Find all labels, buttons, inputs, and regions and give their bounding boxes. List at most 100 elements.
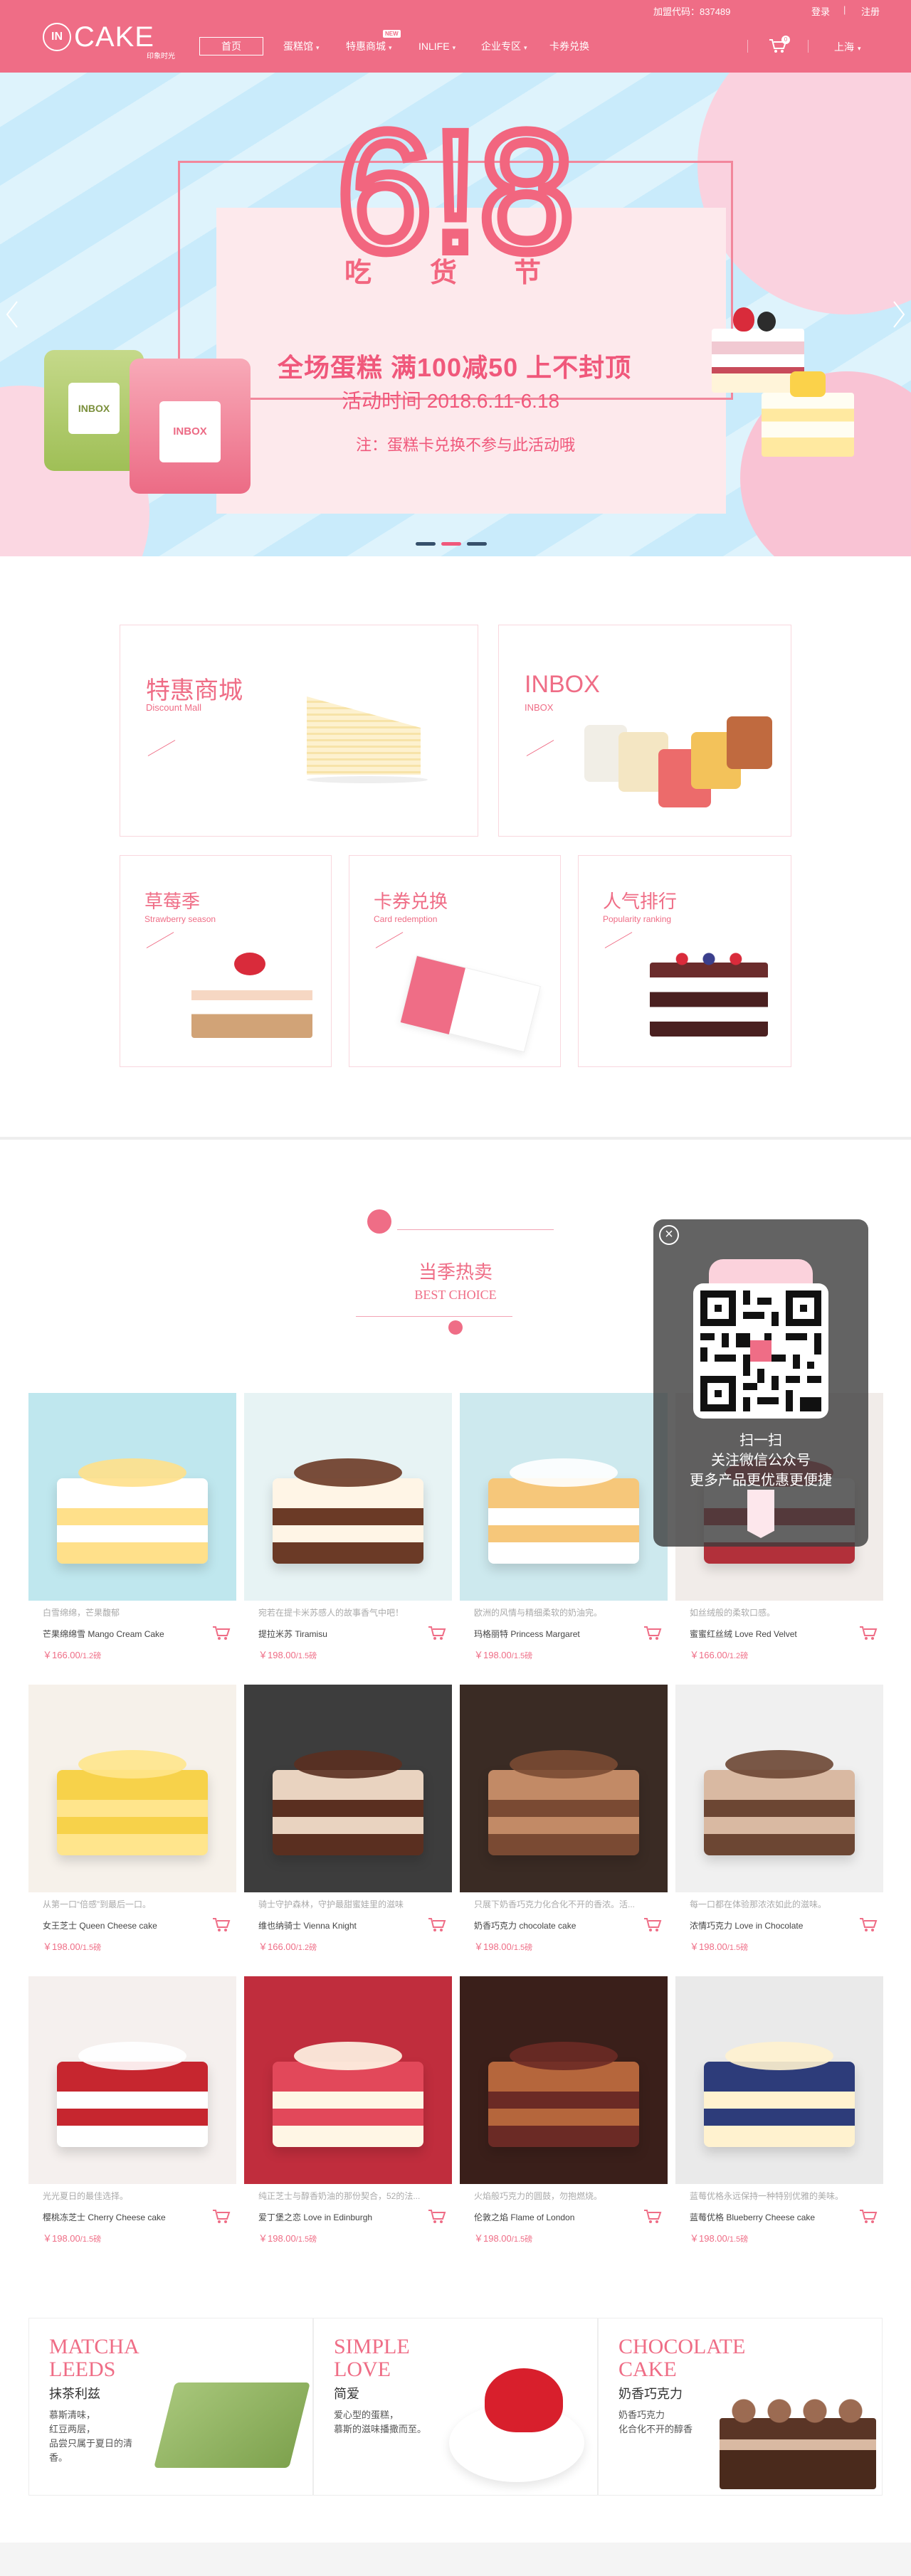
nav-cakes[interactable]: 蛋糕馆 ▾: [283, 37, 320, 55]
promo-zh-title: 抹茶利兹: [49, 2387, 100, 2401]
qr-scan-text: 扫一扫: [739, 1433, 782, 1448]
add-to-cart-icon[interactable]: [428, 1625, 446, 1642]
add-to-cart-icon[interactable]: [859, 1625, 878, 1642]
city-label: 上海: [834, 41, 854, 53]
add-to-cart-icon[interactable]: [643, 2208, 662, 2225]
product-name[interactable]: 蜜蜜红丝绒 Love Red Velvet: [690, 1628, 797, 1640]
product-name[interactable]: 爱丁堡之恋 Love in Edinburgh: [258, 2211, 372, 2223]
product-image[interactable]: [28, 1976, 236, 2184]
nav-home[interactable]: 首页: [199, 37, 263, 55]
product-name[interactable]: 提拉米苏 Tiramisu: [258, 1628, 327, 1640]
category-inbox[interactable]: INBOX INBOX: [498, 625, 791, 837]
promo-chocolate[interactable]: CHOCOLATE CAKE 奶香巧克力 奶香巧克力 化合化不开的醇香: [598, 2318, 883, 2496]
product-image[interactable]: [460, 1393, 668, 1601]
product-image[interactable]: [244, 1976, 452, 2184]
product-card[interactable]: 从第一口“倍感”到最后一口。 女王芝士 Queen Cheese cake ￥198…: [28, 1685, 236, 1966]
hero-banner[interactable]: 6!8 吃 货 节 全场蛋糕 满100减50 上不封顶 活动时间 2018.6.…: [0, 73, 911, 556]
product-desc: 白雪绵绵，芒果馥郁: [43, 1608, 120, 1618]
category-title: INBOX: [525, 671, 600, 698]
product-card[interactable]: 火焰般巧克力的圆鼓，勿抱燃烧。 伦敦之焰 Flame of London ￥198.…: [460, 1976, 668, 2258]
product-card[interactable]: 只展下奶香巧克力化合化不开的香浓。活... 奶香巧克力 chocolate cak…: [460, 1685, 668, 1966]
register-link[interactable]: 注册: [861, 4, 880, 18]
product-name[interactable]: 奶香巧克力 chocolate cake: [474, 1919, 576, 1931]
add-to-cart-icon[interactable]: [212, 1917, 231, 1934]
product-card[interactable]: 欧洲的风情与精细柔软的奶油完。 玛格丽特 Princess Margaret ￥19…: [460, 1393, 668, 1675]
add-to-cart-icon[interactable]: [428, 1917, 446, 1934]
login-link[interactable]: 登录: [811, 4, 830, 18]
qr-follow-text: 关注微信公众号: [711, 1453, 811, 1468]
add-to-cart-icon[interactable]: [859, 1917, 878, 1934]
add-to-cart-icon[interactable]: [212, 2208, 231, 2225]
product-name[interactable]: 芒果绵绵雪 Mango Cream Cake: [43, 1628, 164, 1640]
category-title: 特惠商城: [146, 677, 243, 704]
promo-matcha[interactable]: MATCHA LEEDS 抹茶利兹 慕斯清味， 红豆两层， 品尝只属于夏日的清香。: [28, 2318, 313, 2496]
tin-image: [727, 716, 772, 769]
carousel-dot-active[interactable]: [441, 542, 461, 546]
product-name[interactable]: 玛格丽特 Princess Margaret: [474, 1628, 580, 1640]
product-card[interactable]: 白雪绵绵，芒果馥郁 芒果绵绵雪 Mango Cream Cake ￥166.00/1…: [28, 1393, 236, 1675]
carousel-dot[interactable]: [416, 542, 436, 546]
product-card[interactable]: 纯正芝士与醇香奶油的那份契合，52的法... 爱丁堡之恋 Love in Edin…: [244, 1976, 452, 2258]
chevron-down-icon: ▾: [858, 45, 861, 52]
product-image[interactable]: [675, 1976, 883, 2184]
product-unit: /1.2磅: [80, 1652, 102, 1660]
carousel-dot[interactable]: [467, 542, 487, 546]
product-image[interactable]: [244, 1393, 452, 1601]
chevron-right-icon[interactable]: [891, 300, 907, 329]
qr-benefit-text: 更多产品更优惠更便捷: [690, 1473, 832, 1488]
category-strawberry[interactable]: 草莓季 Strawberry season: [120, 855, 332, 1067]
product-price: ￥198.00/1.5磅: [474, 1939, 532, 1953]
product-image[interactable]: [460, 1685, 668, 1892]
product-name[interactable]: 女王芝士 Queen Cheese cake: [43, 1919, 157, 1931]
city-selector[interactable]: 上海 ▾: [834, 40, 861, 54]
product-image[interactable]: [675, 1685, 883, 1892]
product-desc: 纯正芝士与醇香奶油的那份契合，52的法...: [258, 2191, 421, 2201]
nav-inlife[interactable]: INLIFE ▾: [418, 37, 456, 55]
product-name[interactable]: 蓝莓优格 Blueberry Cheese cake: [690, 2211, 815, 2223]
logo[interactable]: IN CAKE 印象时光: [43, 21, 178, 65]
divider: [747, 40, 748, 53]
product-image[interactable]: [460, 1976, 668, 2184]
add-to-cart-icon[interactable]: [643, 1625, 662, 1642]
category-discount-mall[interactable]: 特惠商城 Discount Mall: [120, 625, 478, 837]
product-price: ￥166.00/1.2磅: [690, 1648, 748, 1661]
product-card[interactable]: 宛若在提卡米苏感人的故事香气中吧！ 提拉米苏 Tiramisu ￥198.00/1.…: [244, 1393, 452, 1675]
promo-en-line: LOVE: [334, 2358, 391, 2381]
hot-section-header: 当季热卖 BEST CHOICE: [356, 1209, 555, 1337]
nav-card-redemption[interactable]: 卡券兑换: [549, 37, 589, 55]
product-card[interactable]: 骑士守护森林，守护最甜蜜娃里的滋味 维也纳骑士 Vienna Knight ￥166…: [244, 1685, 452, 1966]
chevron-left-icon[interactable]: [4, 300, 20, 329]
product-desc: 欧洲的风情与精细柔软的奶油完。: [474, 1608, 603, 1618]
category-popularity[interactable]: 人气排行 Popularity ranking: [578, 855, 791, 1067]
product-price-value: ￥198.00: [690, 1941, 727, 1952]
close-icon[interactable]: ×: [659, 1225, 679, 1245]
product-desc: 蓝莓优格永远保持一种特别优雅的美味。: [690, 2191, 844, 2201]
promo-en-line: MATCHA: [49, 2335, 139, 2358]
product-name[interactable]: 樱桃冻芝士 Cherry Cheese cake: [43, 2211, 166, 2223]
product-price: ￥198.00/1.5磅: [43, 2231, 101, 2244]
product-image[interactable]: [244, 1685, 452, 1892]
add-to-cart-icon[interactable]: [428, 2208, 446, 2225]
nav-enterprise[interactable]: 企业专区 ▾: [481, 37, 527, 55]
product-name[interactable]: 浓情巧克力 Love in Chocolate: [690, 1919, 803, 1931]
nav-discount-mall-label: 特惠商城: [346, 41, 386, 52]
category-subtitle: Card redemption: [374, 914, 438, 924]
add-to-cart-icon[interactable]: [643, 1917, 662, 1934]
product-name[interactable]: 维也纳骑士 Vienna Knight: [258, 1919, 357, 1931]
nav-discount-mall[interactable]: NEW 特惠商城 ▾: [346, 30, 401, 55]
promo-simple-love[interactable]: SIMPLE LOVE 简爱 爱心型的蛋糕， 慕斯的滋味播撒而至。: [313, 2318, 598, 2496]
add-to-cart-icon[interactable]: [859, 2208, 878, 2225]
product-image[interactable]: [28, 1393, 236, 1601]
product-card[interactable]: 蓝莓优格永远保持一种特别优雅的美味。 蓝莓优格 Blueberry Cheese …: [675, 1976, 883, 2258]
product-name[interactable]: 伦敦之焰 Flame of London: [474, 2211, 574, 2223]
product-image[interactable]: [28, 1685, 236, 1892]
product-card[interactable]: 光光夏日的最佳选择。 樱桃冻芝士 Cherry Cheese cake ￥198.0…: [28, 1976, 236, 2258]
category-subtitle: Popularity ranking: [603, 914, 672, 924]
category-card-redemption[interactable]: 卡券兑换 Card redemption: [349, 855, 561, 1067]
product-card[interactable]: 每一口都在体验那浓浓如此的滋味。 浓情巧克力 Love in Chocolate ￥…: [675, 1685, 883, 1966]
product-desc: 只展下奶香巧克力化合化不开的香浓。活...: [474, 1899, 636, 1909]
product-price-value: ￥166.00: [258, 1941, 296, 1952]
category-subtitle: INBOX: [525, 702, 554, 713]
cart-button[interactable]: 0: [769, 36, 790, 57]
add-to-cart-icon[interactable]: [212, 1625, 231, 1642]
